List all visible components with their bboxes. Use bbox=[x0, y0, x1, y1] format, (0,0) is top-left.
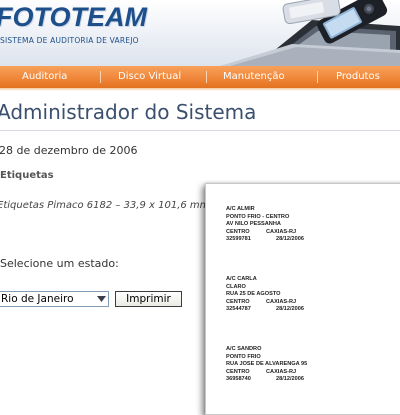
label-name: A/C SANDRO bbox=[226, 346, 262, 352]
label-date: 28/12/2006 bbox=[276, 236, 304, 243]
current-date: 28 de dezembro de 2006 bbox=[0, 144, 138, 157]
nav-separator bbox=[317, 71, 318, 83]
label-city: CAXIAS-RJ bbox=[266, 228, 297, 235]
label-type-description: Etiquetas Pimaco 6182 – 33,9 x 101,6 mm bbox=[0, 200, 210, 211]
label-date: 28/12/2006 bbox=[276, 306, 304, 313]
nav-item-produtos[interactable]: Produtos bbox=[336, 66, 380, 88]
nav-item-manutencao[interactable]: Manutenção bbox=[223, 66, 285, 88]
brand-logo[interactable]: FOTOTEAM bbox=[0, 2, 147, 33]
label-city: CAXIAS-RJ bbox=[266, 298, 297, 305]
label-code: 32599781 bbox=[226, 236, 251, 243]
label-name: A/C CARLA bbox=[226, 276, 257, 282]
label-street: RUA JOSE DE ALVARENGA 95 bbox=[226, 361, 308, 368]
label-street: RUA 25 DE AGOSTO bbox=[226, 291, 281, 298]
address-label: A/C ALMIR PONTO FRIO - CENTRO AV NILO PE… bbox=[226, 206, 304, 244]
label-sheet-preview: A/C ALMIR PONTO FRIO - CENTRO AV NILO PE… bbox=[205, 183, 400, 415]
label-code: 36958740 bbox=[226, 376, 251, 383]
nav-separator bbox=[100, 71, 101, 83]
label-company: PONTO FRIO - CENTRO bbox=[226, 213, 290, 220]
main-nav: Auditoria Disco Virtual Manutenção Produ… bbox=[0, 66, 400, 88]
nav-shadow bbox=[0, 88, 400, 91]
label-company: CLARO bbox=[226, 283, 246, 290]
label-date: 28/12/2006 bbox=[276, 376, 304, 383]
page-title: Administrador do Sistema bbox=[0, 100, 257, 124]
site-header: FOTOTEAM SISTEMA DE AUDITORIA DE VAREJO bbox=[0, 0, 400, 66]
label-name: A/C ALMIR bbox=[226, 206, 255, 212]
state-select[interactable]: Rio de Janeiro bbox=[0, 291, 109, 307]
brand-tagline: SISTEMA DE AUDITORIA DE VAREJO bbox=[0, 36, 139, 45]
title-divider bbox=[0, 130, 400, 131]
label-district: CENTRO bbox=[226, 368, 250, 375]
address-label: A/C CARLA CLARO RUA 25 DE AGOSTO CENTRO C… bbox=[226, 276, 304, 314]
label-city: CAXIAS-RJ bbox=[266, 368, 297, 375]
label-company: PONTO FRIO bbox=[226, 353, 261, 360]
nav-item-auditoria[interactable]: Auditoria bbox=[22, 66, 67, 88]
label-street: AV NILO PESSANHA bbox=[226, 221, 281, 228]
print-button[interactable]: Imprimir bbox=[115, 291, 182, 307]
devices-illustration bbox=[220, 0, 400, 66]
state-select-value: Rio de Janeiro bbox=[1, 293, 74, 305]
label-district: CENTRO bbox=[226, 298, 250, 305]
nav-item-disco-virtual[interactable]: Disco Virtual bbox=[118, 66, 181, 88]
chevron-down-icon[interactable] bbox=[94, 292, 108, 306]
label-code: 32544787 bbox=[226, 306, 251, 313]
section-heading: Etiquetas bbox=[0, 170, 54, 181]
address-label: A/C SANDRO PONTO FRIO RUA JOSE DE ALVARE… bbox=[226, 346, 307, 384]
state-prompt-label: Selecione um estado: bbox=[0, 257, 119, 270]
nav-separator bbox=[206, 71, 207, 83]
label-district: CENTRO bbox=[226, 228, 250, 235]
